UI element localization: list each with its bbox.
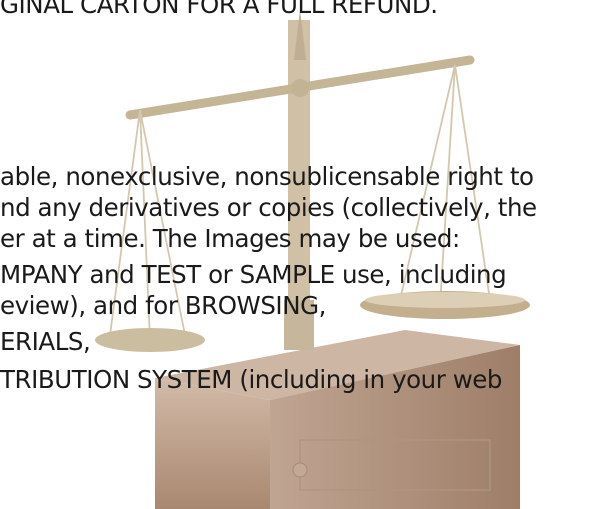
text-line-images-used: er at a time. The Images may be used: [0, 224, 460, 253]
license-text: GINAL CARTON FOR A FULL REFUND. able, no… [0, 0, 600, 509]
text-line-distribution: TRIBUTION SYSTEM (including in your web [0, 365, 503, 394]
text-line-refund: GINAL CARTON FOR A FULL REFUND. [0, 0, 438, 19]
text-line-grant: able, nonexclusive, nonsublicensable rig… [0, 162, 534, 191]
text-line-derivatives: nd any derivatives or copies (collective… [0, 193, 537, 222]
text-line-company-test: MPANY and TEST or SAMPLE use, including [0, 260, 507, 289]
text-line-browsing: eview), and for BROWSING, [0, 291, 326, 320]
text-line-materials: ERIALS, [0, 327, 91, 356]
